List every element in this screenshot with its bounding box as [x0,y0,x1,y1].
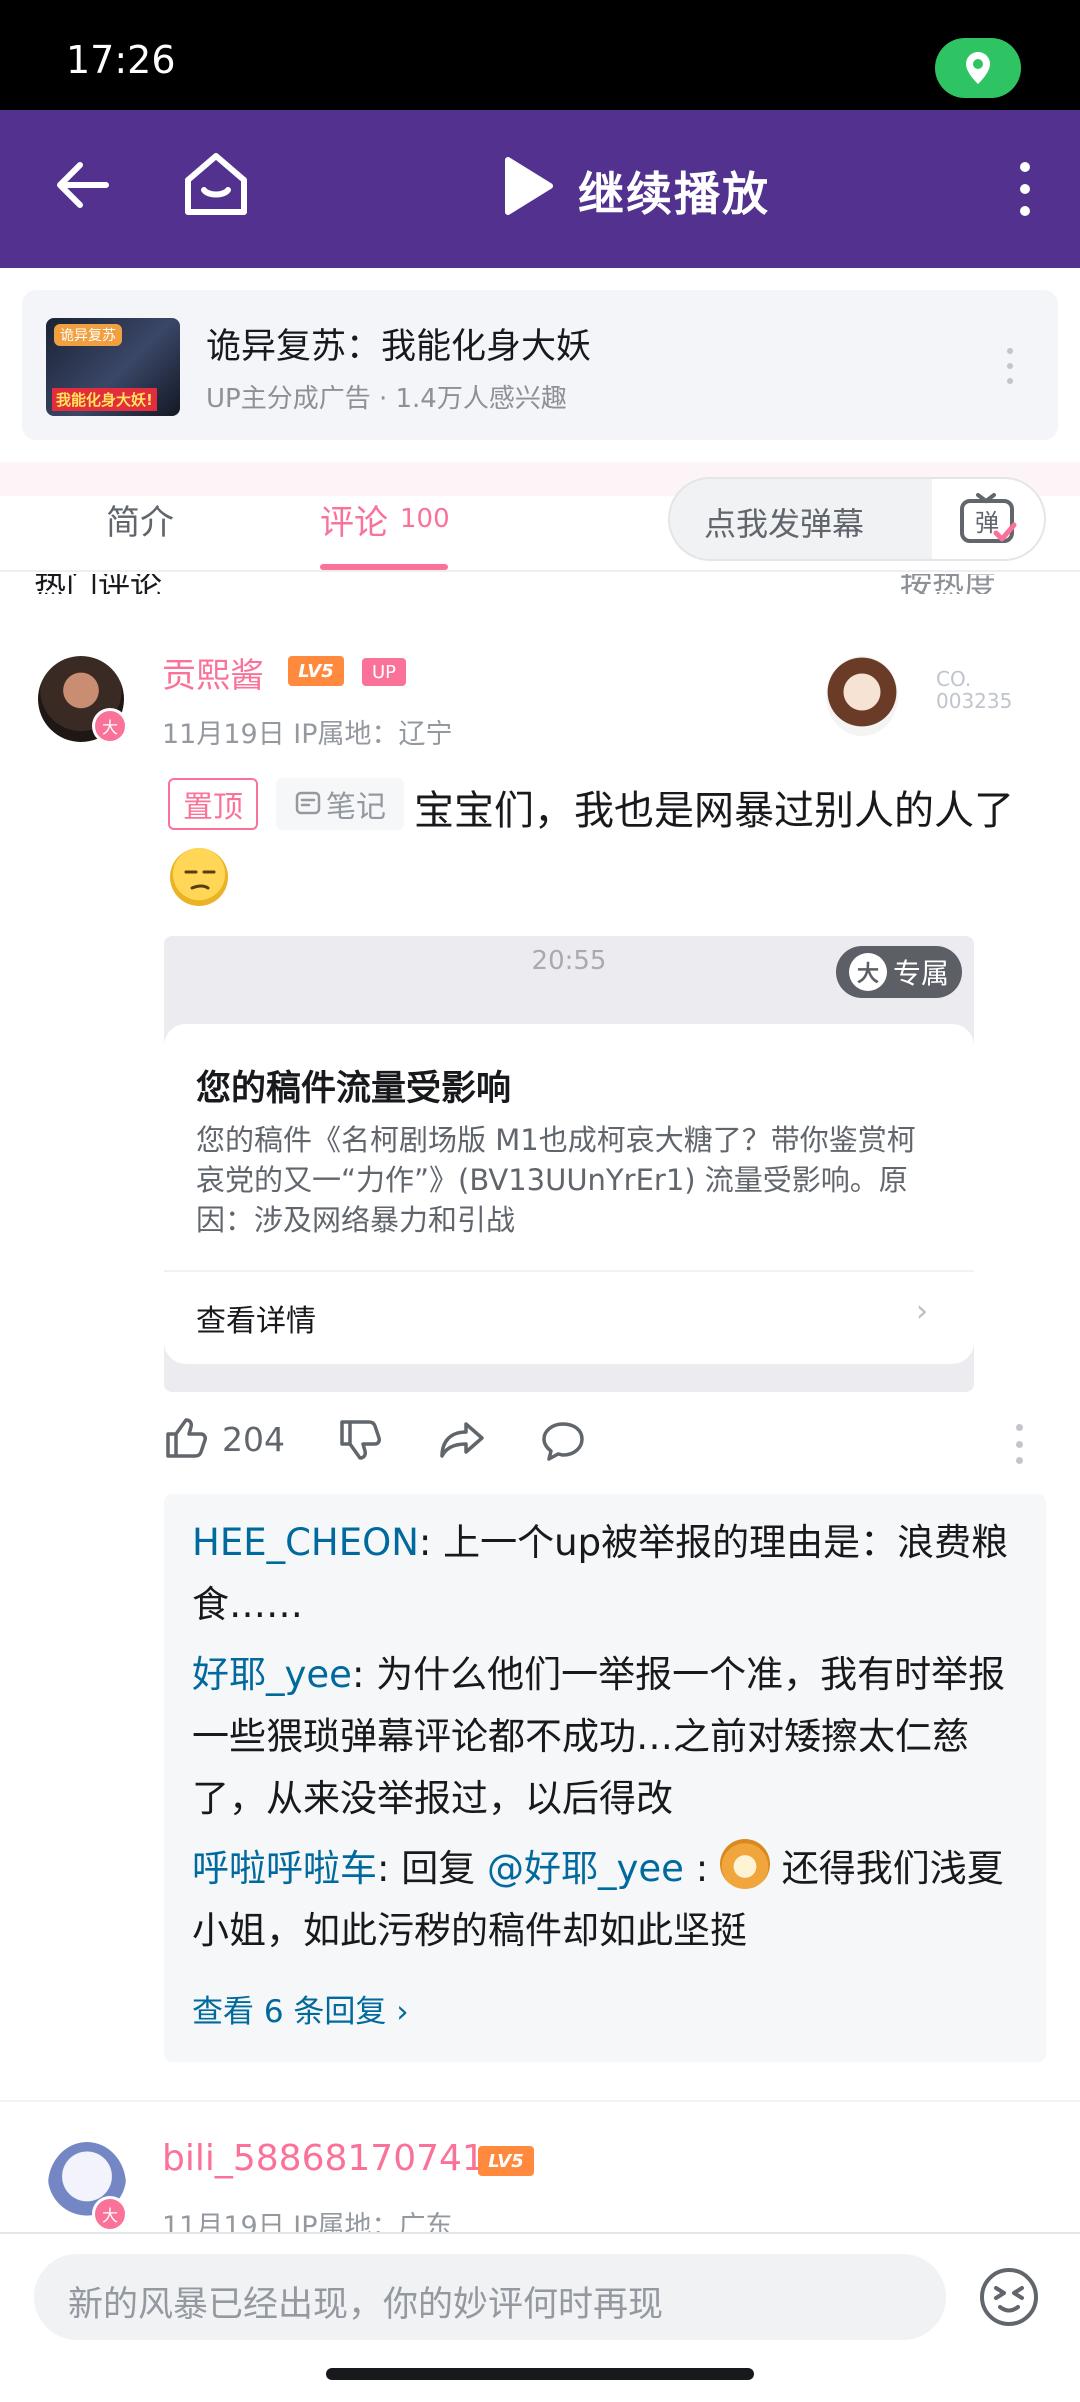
see-more-replies-link[interactable]: 查看 6 条回复 › [192,1986,409,2031]
replies-box: HEE_CHEON: 上一个up被举报的理由是：浪费粮食…… 好耶_yee: 为… [164,1494,1046,2062]
comment-input-bar: 新的风暴已经出现，你的妙评何时再现 [0,2232,1080,2402]
tab-comments[interactable]: 评论 [320,495,388,544]
back-arrow-icon[interactable] [48,150,118,220]
ad-card[interactable]: 诡异复苏 我能化身大妖! 诡异复苏：我能化身大妖 UP主分成广告 · 1.4万人… [22,290,1058,440]
note-tag[interactable]: 笔记 [276,778,404,830]
location-indicator-icon [935,38,1021,98]
status-time: 17:26 [66,38,176,82]
like-icon[interactable] [164,1416,208,1460]
ad-title: 诡异复苏：我能化身大妖 [206,327,592,367]
smirk-emoji-icon [170,848,228,906]
top-nav-bar: 继续播放 [0,110,1080,268]
reply-separator: : [683,1847,720,1890]
divider [164,1270,974,1272]
ad-more-icon[interactable] [1004,348,1016,384]
tab-intro[interactable]: 简介 [106,495,174,544]
ad-thumbnail-tag: 诡异复苏 [54,324,122,346]
fan-sticker-number: CO. 003235 [936,667,1013,713]
note-icon [295,791,321,815]
pinned-badge: 置顶 [168,778,258,830]
reply-item[interactable]: HEE_CHEON: 上一个up被举报的理由是：浪费粮食…… [192,1512,1022,1636]
emoji-icon[interactable] [978,2266,1040,2328]
chevron-right-icon: › [916,1294,928,1329]
comment-meta: 11月19日 IP属地：辽宁 [162,719,453,750]
comment-username[interactable]: bili_58868170741 [162,2138,485,2179]
reply-icon[interactable] [540,1420,586,1462]
avatar-badge: 大 [92,708,128,744]
divider [0,570,1080,572]
notice-card: 您的稿件流量受影响 您的稿件《名柯剧场版 M1也成柯哀大糖了？带你鉴赏柯哀党的又… [164,1024,974,1364]
exclusive-label: 专属 [892,957,949,990]
comment-text: 宝宝们，我也是网暴过别人的人了 [414,788,1014,834]
more-options-icon[interactable] [1010,162,1040,216]
notice-details-link: 查看详情 [196,1304,316,1339]
level-badge: LV5 [288,656,344,686]
ad-thumbnail-text: 我能化身大妖! [52,388,157,411]
ad-subtitle: UP主分成广告 · 1.4万人感兴趣 [206,384,567,414]
comment-image[interactable]: 20:55 大 专属 您的稿件流量受影响 您的稿件《名柯剧场版 M1也成柯哀大糖… [164,936,974,1392]
reply-item[interactable]: 呼啦呼啦车: 回复 @好耶_yee : 还得我们浅夏小姐，如此污秽的稿件却如此坚… [192,1838,1022,1962]
note-label: 笔记 [326,790,386,825]
danmu-toggle-icon[interactable]: 弹 [932,479,1044,559]
avatar-badge: 大 [92,2196,128,2232]
danmu-input[interactable]: 点我发弹幕 弹 [668,477,1046,561]
dislike-icon[interactable] [338,1418,382,1462]
home-icon[interactable] [178,146,254,222]
danmu-placeholder: 点我发弹幕 [704,505,865,543]
reply-separator: : 回复 [377,1847,487,1890]
play-icon[interactable] [500,154,556,218]
exclusive-badge: 大 专属 [836,946,962,998]
up-badge: UP [362,658,406,686]
fan-sticker[interactable] [826,656,898,736]
continue-play-label[interactable]: 继续播放 [578,158,770,224]
comment-input-placeholder: 新的风暴已经出现，你的妙评何时再现 [68,2285,664,2325]
comment-input[interactable]: 新的风暴已经出现，你的妙评何时再现 [34,2254,946,2340]
divider [0,2100,1080,2102]
home-indicator[interactable] [326,2368,754,2380]
status-bar: 17:26 [0,0,1080,110]
reply-item[interactable]: 好耶_yee: 为什么他们一举报一个准，我有时举报一些猥琐弹幕评论都不成功…之前… [192,1644,1022,1830]
level-badge: LV5 [478,2146,534,2176]
tab-comments-count: 100 [400,504,450,534]
like-count: 204 [222,1420,285,1459]
reply-separator: : [418,1521,444,1564]
notice-body: 您的稿件《名柯剧场版 M1也成柯哀大糖了？带你鉴赏柯哀党的又一“力作”》(BV1… [196,1123,916,1237]
reply-username[interactable]: 呼啦呼啦车 [192,1847,377,1890]
reply-separator: : [351,1653,377,1696]
share-icon[interactable] [438,1418,486,1462]
comment-more-icon[interactable] [1016,1424,1026,1464]
comment-username[interactable]: 贡熙酱 [162,648,264,697]
reply-mention[interactable]: @好耶_yee [487,1847,684,1890]
exclusive-badge-char: 大 [848,953,887,991]
ad-thumbnail: 诡异复苏 我能化身大妖! [46,318,180,416]
reply-username[interactable]: HEE_CHEON [192,1521,419,1564]
doge-emoji-icon [719,1839,770,1889]
reply-username[interactable]: 好耶_yee [192,1653,352,1696]
notice-title: 您的稿件流量受影响 [196,1069,512,1109]
